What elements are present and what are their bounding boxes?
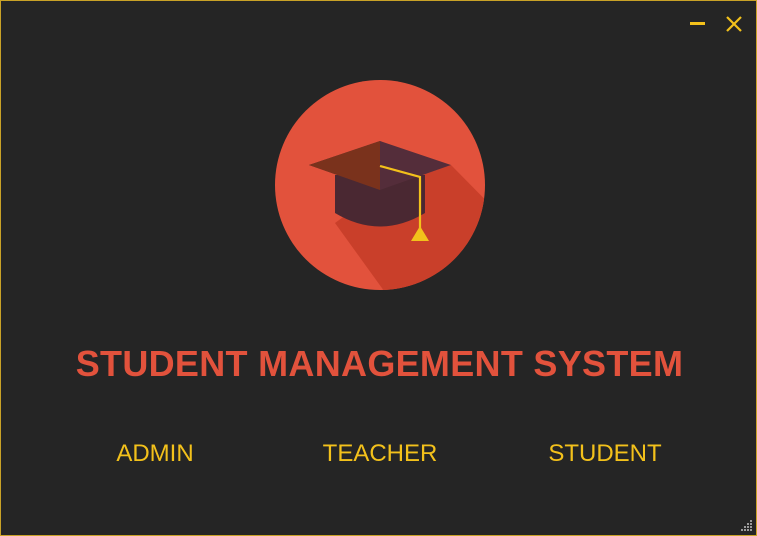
graduation-cap-icon — [275, 80, 485, 290]
close-icon — [726, 16, 742, 32]
admin-button[interactable]: ADMIN — [95, 437, 215, 471]
teacher-button[interactable]: TEACHER — [315, 437, 445, 471]
student-button[interactable]: STUDENT — [540, 437, 670, 471]
app-title: STUDENT MANAGEMENT SYSTEM — [75, 343, 684, 384]
close-button[interactable] — [723, 13, 745, 35]
minimize-button[interactable] — [687, 13, 709, 35]
resize-grip-icon[interactable] — [739, 518, 753, 532]
main-window: STUDENT MANAGEMENT SYSTEM ADMIN TEACHER … — [0, 0, 757, 536]
minimize-icon — [690, 22, 705, 25]
